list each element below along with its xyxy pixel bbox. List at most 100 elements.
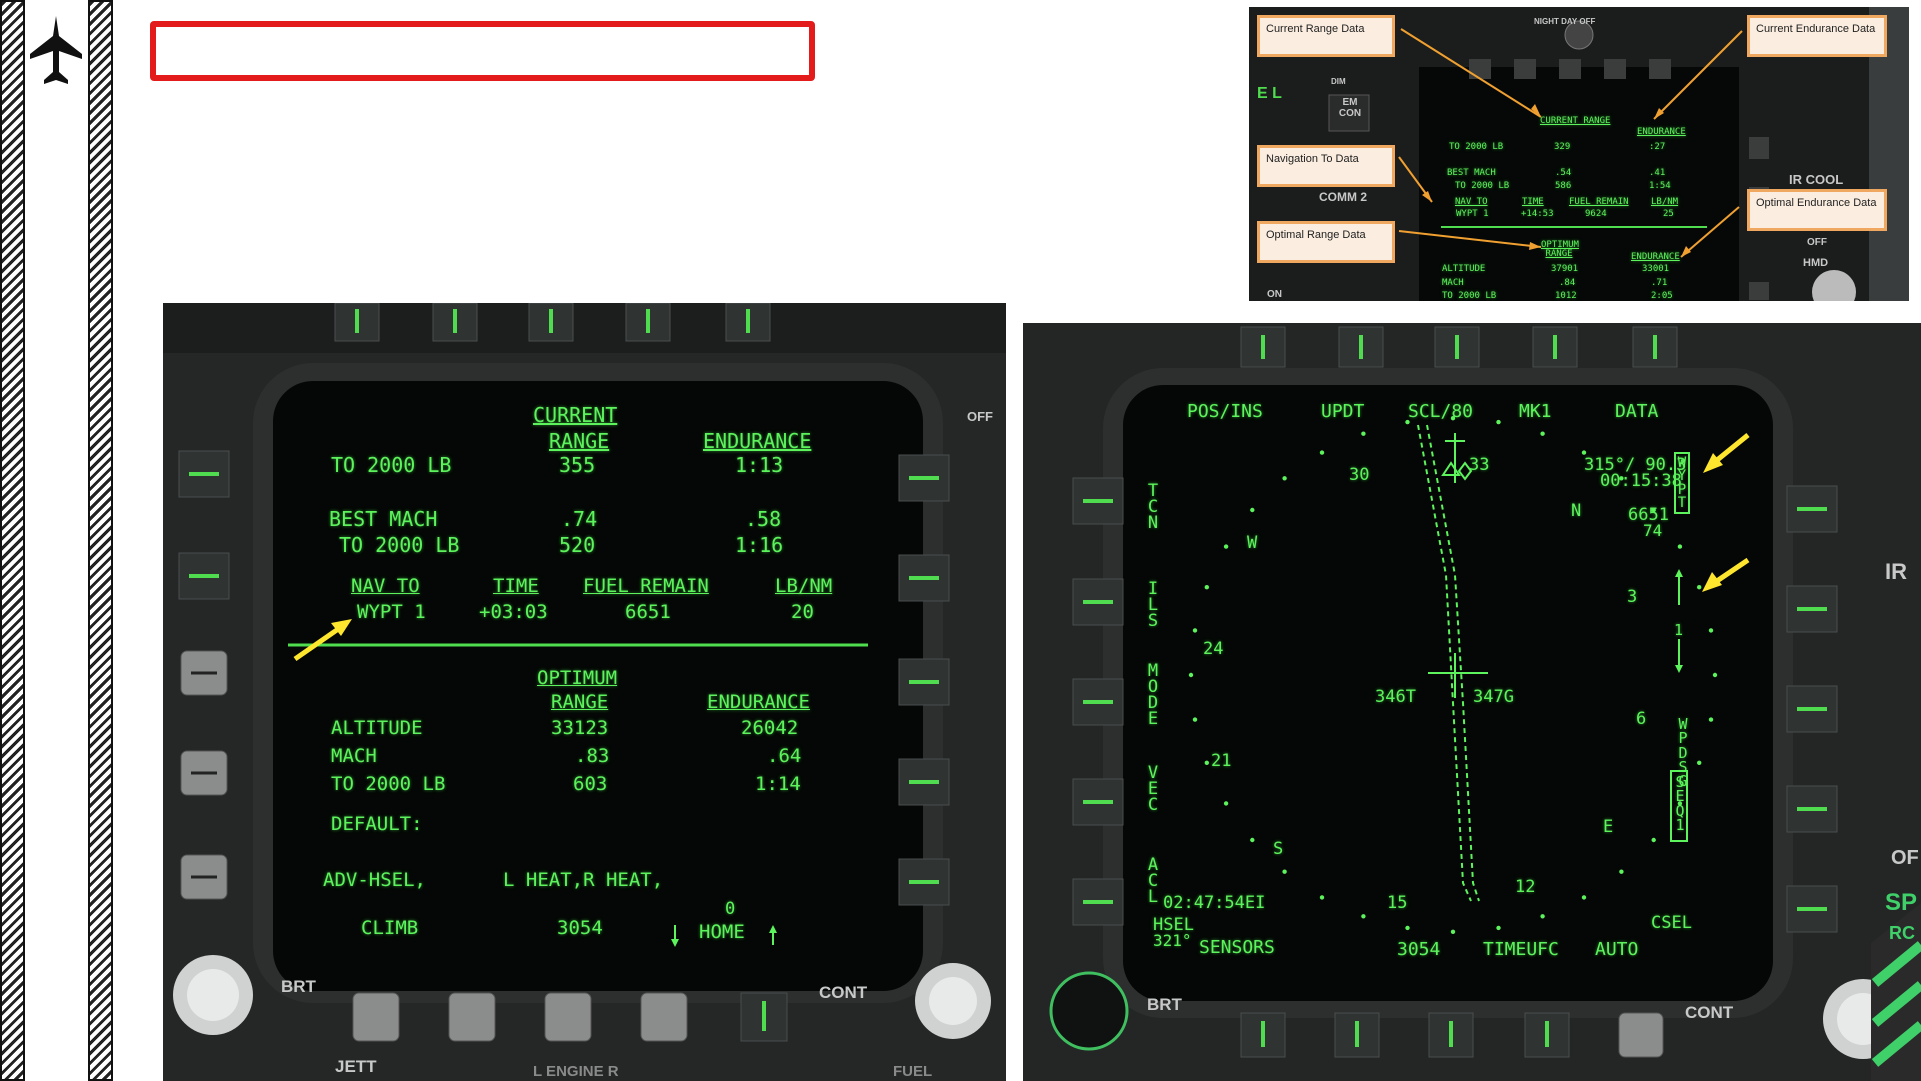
mini-altitude: ALTITUDE (1442, 264, 1486, 274)
cont-label: CONT (819, 983, 868, 1002)
jet-icon (30, 16, 82, 84)
option-vec[interactable]: V E C (1145, 764, 1161, 813)
mini-time: TIME (1522, 197, 1544, 207)
fuel-remain-value: 6651 (625, 601, 671, 623)
fuel-remain-heading: FUEL REMAIN (583, 575, 709, 597)
compass-tick (1496, 419, 1501, 425)
option-ils[interactable]: I L S (1145, 580, 1161, 629)
endurance-heading: ENDURANCE (703, 429, 812, 453)
callout-navigation-to: Navigation To Data (1257, 145, 1395, 187)
altitude-range-value: 33123 (551, 717, 609, 739)
compass-tick (1282, 869, 1287, 874)
compass-tick (1192, 628, 1198, 633)
callout-optimal-range: Optimal Range Data (1257, 221, 1395, 263)
mini-bm-end: .41 (1649, 168, 1666, 178)
time-to-go-value: +03:03 (479, 601, 548, 623)
compass-tick (1651, 837, 1656, 843)
current-range-value: 355 (559, 453, 596, 477)
mini-best-mach: BEST MACH (1447, 168, 1496, 178)
time-heading: TIME (493, 575, 539, 597)
menu-pos-ins[interactable]: POS/INS (1187, 403, 1263, 421)
opt-to-endurance-value: 1:14 (755, 773, 801, 795)
compass-24: 24 (1203, 639, 1224, 659)
compass-tick (1361, 431, 1366, 436)
mini-end-val: :27 (1649, 142, 1666, 152)
mini-alt-r: 37901 (1551, 264, 1579, 274)
menu-updt[interactable]: UPDT (1321, 403, 1364, 421)
to-2000-label-b: TO 2000 LB (339, 533, 460, 557)
option-seq1[interactable]: S E Q 1 (1672, 775, 1688, 833)
option-tcn[interactable]: T C N (1145, 482, 1161, 531)
lbnm-value: 20 (791, 601, 814, 623)
option-acl[interactable]: A C L (1145, 856, 1161, 905)
compass-tick (1319, 895, 1325, 900)
em-con-label: EM CON (1338, 97, 1362, 119)
hsi-page-mfd-image: POS/INS UPDT SCL/80 MK1 DATA T C N I L S… (1023, 323, 1921, 1081)
compass-15: 15 (1387, 893, 1408, 913)
mini-time-val: +14:53 (1521, 209, 1554, 219)
compass-tick (1319, 450, 1325, 455)
compass-tick (1708, 717, 1714, 722)
compass-tick (1581, 895, 1587, 900)
menu-scl[interactable]: SCL/80 (1408, 403, 1473, 421)
menu-auto[interactable]: AUTO (1595, 941, 1638, 959)
compass-tick (1697, 585, 1702, 590)
optimum-heading: OPTIMUM (537, 667, 618, 689)
climb-value: 3054 (557, 917, 603, 939)
compass-tick (1204, 760, 1209, 765)
menu-mk1[interactable]: MK1 (1519, 403, 1552, 421)
fuel-page-mfd-image: CURRENT RANGE ENDURANCE TO 2000 LB 355 1… (163, 303, 1006, 1081)
compass-tick (1250, 837, 1255, 843)
cont-label-hsi: CONT (1685, 1003, 1734, 1022)
left-hatch-stripe (0, 0, 25, 1081)
time-readout: 02:47:54EI (1163, 893, 1266, 913)
current-endurance-value: 1:13 (735, 453, 784, 477)
hmd-label: HMD (1803, 257, 1829, 269)
to-2000-label: TO 2000 LB (331, 453, 452, 477)
mini-range-val: 329 (1554, 142, 1571, 152)
mini-lbnm: LB/NM (1651, 197, 1679, 207)
opt-to-range-value: 603 (573, 773, 608, 795)
callout-current-range: Current Range Data (1257, 15, 1395, 57)
callout-current-endurance: Current Endurance Data (1747, 15, 1887, 57)
mini-alt-e: 33001 (1642, 264, 1670, 274)
mini-to-2000: TO 2000 LB (1449, 142, 1504, 152)
menu-csel[interactable]: CSEL (1651, 915, 1692, 932)
waypoint-number: 1 (1674, 621, 1684, 639)
menu-timeufc[interactable]: TIMEUFC (1483, 941, 1559, 959)
mini-opt-range-heading: OPTIMUM RANGE (1541, 240, 1579, 259)
mini-mach-e: .71 (1651, 278, 1668, 288)
rc-label: RC (1889, 923, 1915, 943)
adv-hsel-label: ADV-HSEL, (323, 869, 426, 891)
comm2-label: COMM 2 (1319, 190, 1367, 204)
best-mach-endurance: .58 (745, 507, 782, 531)
of-label: OF (1891, 847, 1919, 869)
mini-current-range-heading: CURRENT RANGE (1540, 116, 1611, 126)
mini-mach: MACH (1442, 278, 1464, 288)
menu-sensors[interactable]: SENSORS (1199, 939, 1275, 957)
heading-true: 346T (1375, 687, 1416, 707)
compass-tick (1361, 914, 1366, 919)
menu-data[interactable]: DATA (1615, 403, 1658, 421)
compass-s: S (1273, 839, 1284, 859)
option-mode[interactable]: M O D E (1145, 663, 1161, 728)
on-label: ON (1267, 289, 1282, 300)
mini-to-e: 2:05 (1651, 291, 1673, 301)
mach-label: MACH (331, 745, 377, 767)
mini-fuel-val: 9624 (1585, 209, 1607, 219)
right-hatch-stripe (88, 0, 113, 1081)
mini-mach-r: .84 (1559, 278, 1576, 288)
fuel-label: FUEL (893, 1063, 933, 1080)
jett-label: JETT (335, 1057, 377, 1076)
mini-to-2000c: TO 2000 LB (1442, 291, 1497, 301)
off-label: OFF (1807, 237, 1827, 248)
compass-tick (1677, 544, 1683, 549)
best-mach-endurance-2: 1:16 (735, 533, 784, 557)
best-mach-label: BEST MACH (329, 507, 438, 531)
altitude-label: ALTITUDE (331, 717, 423, 739)
compass-tick (1282, 476, 1287, 481)
compass-tick (1223, 801, 1229, 806)
compass-12: 12 (1515, 877, 1536, 897)
time-to-go: 00:15:38 (1600, 471, 1682, 491)
compass-e: E (1603, 817, 1614, 837)
